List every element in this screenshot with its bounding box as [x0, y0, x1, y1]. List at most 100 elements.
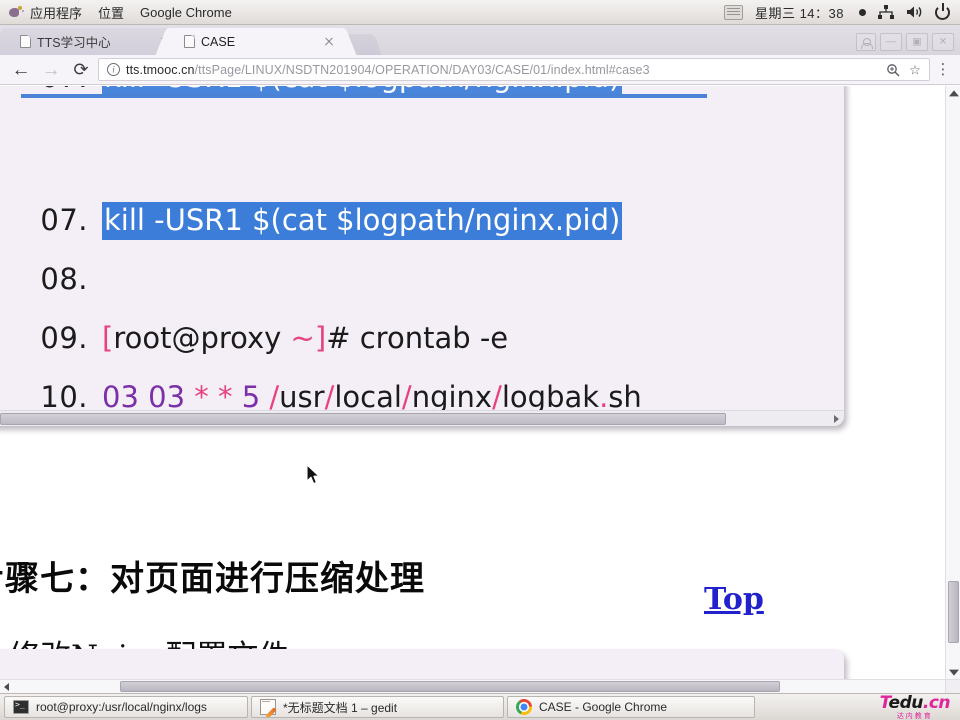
- scrollbar-thumb[interactable]: [948, 581, 959, 643]
- scroll-up-arrow-icon[interactable]: [946, 86, 960, 101]
- forward-arrow-icon: →: [41, 59, 61, 80]
- chrome-icon: [516, 699, 532, 715]
- code-token: [: [102, 320, 114, 355]
- line-number: 07.: [40, 202, 88, 237]
- code-token: # crontab -e: [326, 320, 509, 355]
- tab-tts-learning-center[interactable]: TTS学习中心: [6, 28, 178, 55]
- window-taskbar: root@proxy:/usr/local/nginx/logs *无标题文档 …: [0, 693, 960, 720]
- page-canvas: 07. kill -USR1 $(cat $logpath/nginx.pid)…: [0, 86, 945, 693]
- back-button[interactable]: ←: [8, 57, 34, 83]
- applications-menu-label: 应用程序: [30, 5, 83, 21]
- panel-status-group: 星期三 14：38: [723, 2, 960, 22]
- code-token: usr: [279, 379, 325, 414]
- bookmark-star-icon[interactable]: ☆: [907, 62, 923, 78]
- code-token: 5: [241, 379, 261, 414]
- close-icon[interactable]: [322, 35, 336, 49]
- applications-menu[interactable]: 应用程序: [8, 3, 82, 22]
- chrome-menu-button[interactable]: ⋮: [934, 62, 952, 77]
- close-button[interactable]: ✕: [932, 33, 954, 51]
- code-token: local: [334, 379, 402, 414]
- url-text: tts.tmooc.cn/ttsPage/LINUX/NSDTN201904/O…: [126, 63, 879, 77]
- places-menu-label: 位置: [98, 5, 125, 21]
- code-line: 07. kill -USR1 $(cat $logpath/nginx.pid): [0, 190, 844, 249]
- line-number: 10.: [40, 379, 88, 414]
- code-token: /: [324, 379, 335, 414]
- profile-avatar-icon[interactable]: [856, 33, 876, 51]
- power-icon[interactable]: [935, 2, 950, 20]
- gedit-icon: [260, 699, 276, 715]
- code-token: sh: [608, 379, 642, 414]
- code-token: ]: [314, 320, 327, 355]
- tab-title: TTS学习中心: [37, 36, 111, 50]
- volume-icon[interactable]: [906, 5, 923, 19]
- line-number: 09.: [40, 320, 88, 355]
- network-icon[interactable]: [878, 5, 894, 19]
- gnome-foot-icon: [8, 4, 24, 20]
- panel-clock[interactable]: 星期三 14：38: [755, 3, 844, 22]
- page-heading-step7: 步骤七：对页面进行压缩处理: [0, 559, 425, 599]
- tedu-watermark-main: Tedu.cn: [879, 692, 951, 713]
- minimize-button[interactable]: —: [880, 33, 902, 51]
- taskbar-item-gedit[interactable]: *无标题文档 1 – gedit: [251, 696, 504, 718]
- places-menu[interactable]: 位置: [98, 3, 124, 22]
- page-vertical-scrollbar[interactable]: [945, 86, 960, 693]
- code-line-ghost-duplicate: 07. kill -USR1 $(cat $logpath/nginx.pid): [0, 86, 844, 94]
- code-text: [root@proxy ~]# crontab -e: [102, 321, 508, 355]
- scrollbar-thumb[interactable]: [0, 412, 726, 425]
- tab-title: CASE: [201, 34, 236, 49]
- taskbar-item-label: CASE - Google Chrome: [539, 700, 668, 714]
- recording-dot-icon: [859, 8, 866, 16]
- tedu-watermark: Tedu.cn 达内教育: [879, 692, 956, 720]
- mouse-cursor: [306, 464, 320, 485]
- scrollbar-thumb[interactable]: [120, 681, 780, 692]
- code-token: root@proxy: [113, 320, 282, 355]
- tab-case[interactable]: CASE: [170, 28, 342, 55]
- code-line: 08.: [0, 249, 844, 308]
- taskbar-item-terminal[interactable]: root@proxy:/usr/local/nginx/logs: [4, 696, 248, 718]
- code-line: 09. [root@proxy ~]# crontab -e: [0, 308, 844, 367]
- code-token: nginx: [411, 379, 493, 414]
- forward-button[interactable]: →: [38, 57, 64, 83]
- code-text: 03 03 * * 5 /usr/local/nginx/logbak.sh: [102, 380, 642, 414]
- chrome-window-menu[interactable]: Google Chrome: [140, 5, 232, 20]
- address-bar[interactable]: tts.tmooc.cn/ttsPage/LINUX/NSDTN201904/O…: [98, 58, 930, 81]
- page-horizontal-scrollbar[interactable]: [0, 679, 945, 693]
- code-block[interactable]: 07. kill -USR1 $(cat $logpath/nginx.pid)…: [0, 86, 844, 426]
- code-token: .: [599, 379, 609, 414]
- tab-strip: TTS学习中心 CASE — ▣ ✕: [0, 25, 960, 55]
- taskbar-item-label: *无标题文档 1 – gedit: [283, 700, 398, 715]
- top-anchor-link[interactable]: Top: [704, 582, 764, 617]
- maximize-button[interactable]: ▣: [906, 33, 928, 51]
- selected-code-text: kill -USR1 $(cat $logpath/nginx.pid): [102, 201, 623, 240]
- page-favicon-icon: [184, 35, 195, 48]
- browser-toolbar: ← → ⟳ tts.tmooc.cn/ttsPage/LINUX/NSDTN20…: [0, 55, 960, 85]
- chrome-window-menu-label: Google Chrome: [140, 4, 232, 20]
- taskbar-item-chrome[interactable]: CASE - Google Chrome: [507, 696, 755, 718]
- code-block-horizontal-scrollbar[interactable]: [0, 410, 844, 426]
- line-number: 08.: [40, 261, 88, 296]
- page-viewport: 07. kill -USR1 $(cat $logpath/nginx.pid)…: [0, 86, 960, 693]
- reload-icon: ⟳: [73, 59, 89, 80]
- keyboard-indicator-icon[interactable]: [723, 4, 743, 20]
- reload-button[interactable]: ⟳: [68, 57, 94, 83]
- terminal-icon: [13, 700, 29, 714]
- code-token: /: [269, 379, 280, 414]
- scroll-left-arrow-icon[interactable]: [0, 680, 14, 694]
- code-token: 03 03: [102, 379, 195, 414]
- star-glyph: ☆: [909, 62, 921, 77]
- scroll-right-arrow-icon[interactable]: [828, 411, 844, 427]
- scroll-down-arrow-icon[interactable]: [946, 664, 960, 679]
- tedu-watermark-sub: 达内教育: [896, 711, 933, 720]
- zoom-indicator-icon[interactable]: [885, 62, 901, 78]
- code-token: ~: [281, 320, 315, 355]
- code-line: 07. kill -USR1 $(cat $logpath/nginx.pid): [0, 86, 844, 94]
- back-arrow-icon: ←: [11, 59, 31, 80]
- url-domain: tts.tmooc.cn: [126, 62, 195, 77]
- selected-code-text: kill -USR1 $(cat $logpath/nginx.pid): [102, 86, 623, 94]
- taskbar-item-label: root@proxy:/usr/local/nginx/logs: [36, 700, 207, 714]
- code-text: kill -USR1 $(cat $logpath/nginx.pid): [102, 86, 623, 94]
- code-token: * *: [194, 379, 242, 414]
- site-info-icon[interactable]: [107, 63, 120, 76]
- line-number: 07.: [0, 86, 102, 94]
